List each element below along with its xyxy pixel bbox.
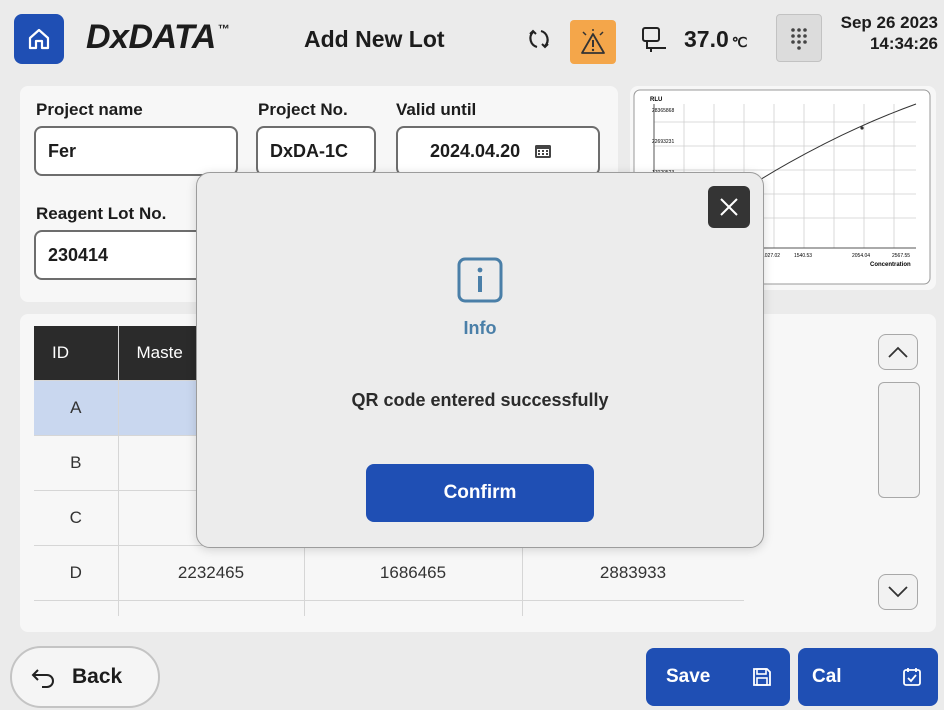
date-text: Sep 26 2023 <box>840 13 938 32</box>
save-button[interactable]: Save <box>646 648 790 706</box>
back-arrow-icon <box>31 669 54 688</box>
reagent-lot-label: Reagent Lot No. <box>36 204 167 223</box>
scroll-up-button[interactable] <box>878 334 918 370</box>
home-button[interactable] <box>14 14 64 64</box>
dialog-title: Info <box>463 318 497 338</box>
cell: 7986371 <box>522 600 744 616</box>
cell-id: C <box>34 490 119 546</box>
back-button[interactable]: Back <box>10 646 160 708</box>
project-name-value: Fer <box>48 140 77 161</box>
scroll-down-button[interactable] <box>878 574 918 610</box>
valid-until-value: 2024.04.20 <box>430 140 521 161</box>
cell-id: E <box>34 600 119 616</box>
brand-logo: DxDATA ™ <box>86 18 230 56</box>
confirm-button[interactable]: Confirm <box>366 464 594 522</box>
page-title: Add New Lot <box>304 26 445 52</box>
chart-x-tick: 1540.53 <box>794 253 812 259</box>
chart-y-tick: 22693231 <box>652 139 674 145</box>
keypad-icon <box>791 28 807 50</box>
cell: 2883933 <box>522 545 744 601</box>
calendar-check-icon <box>903 668 921 686</box>
cell: 4739059 <box>304 600 523 616</box>
column-header-id: ID <box>34 326 119 381</box>
datetime: Sep 26 2023 14:34:26 <box>826 12 938 54</box>
chart-y-tick: 28365868 <box>652 108 674 114</box>
cell: 2232465 <box>118 545 305 601</box>
table-row[interactable]: E 6243809 4739059 7986371 <box>34 600 744 616</box>
chart-x-tick: 2567.55 <box>892 253 910 259</box>
valid-until-field[interactable]: 2024.04.20 <box>396 126 600 176</box>
table-row[interactable]: D 2232465 1686465 2883933 <box>34 545 744 601</box>
close-icon <box>720 198 738 216</box>
temperature-readout: 37.0 ℃ <box>684 26 748 52</box>
dialog-message: QR code entered successfully <box>351 390 609 410</box>
cell-id: D <box>34 545 119 601</box>
time-text: 14:34:26 <box>869 34 938 53</box>
save-label: Save <box>666 666 711 687</box>
project-no-label: Project No. <box>258 100 348 119</box>
cell-id: B <box>34 435 119 491</box>
chart-x-tick: 2054.04 <box>852 253 870 259</box>
back-label: Back <box>72 665 123 688</box>
project-name-label: Project name <box>36 100 143 119</box>
info-icon <box>457 257 503 303</box>
warning-button[interactable] <box>570 20 616 64</box>
keypad-button[interactable] <box>776 14 822 62</box>
calendar-icon[interactable] <box>534 143 552 159</box>
cell: 1686465 <box>304 545 523 601</box>
chart-x-label: Concentration <box>870 262 911 268</box>
confirm-label: Confirm <box>443 482 517 503</box>
warning-icon <box>581 29 605 54</box>
cell-id: A <box>34 380 119 436</box>
chevron-down-icon <box>888 586 908 598</box>
cal-button[interactable]: Cal <box>798 648 938 706</box>
sync-icon[interactable] <box>526 26 552 52</box>
close-button[interactable] <box>708 186 750 228</box>
project-name-field[interactable]: Fer <box>34 126 238 176</box>
project-no-field[interactable]: DxDA-1C <box>256 126 376 176</box>
reagent-lot-value: 230414 <box>48 244 109 265</box>
chevron-up-icon <box>888 346 908 358</box>
thermometer-icon <box>642 27 666 52</box>
chart-y-label: RLU <box>650 97 662 103</box>
chart-x-tick: 1027.02 <box>762 253 780 259</box>
cell: 6243809 <box>118 600 305 616</box>
scrollbar-thumb[interactable] <box>878 382 920 498</box>
home-icon <box>28 28 50 50</box>
cal-label: Cal <box>812 666 842 687</box>
save-icon <box>753 668 771 686</box>
project-no-value: DxDA-1C <box>270 140 349 161</box>
valid-until-label: Valid until <box>396 100 477 119</box>
